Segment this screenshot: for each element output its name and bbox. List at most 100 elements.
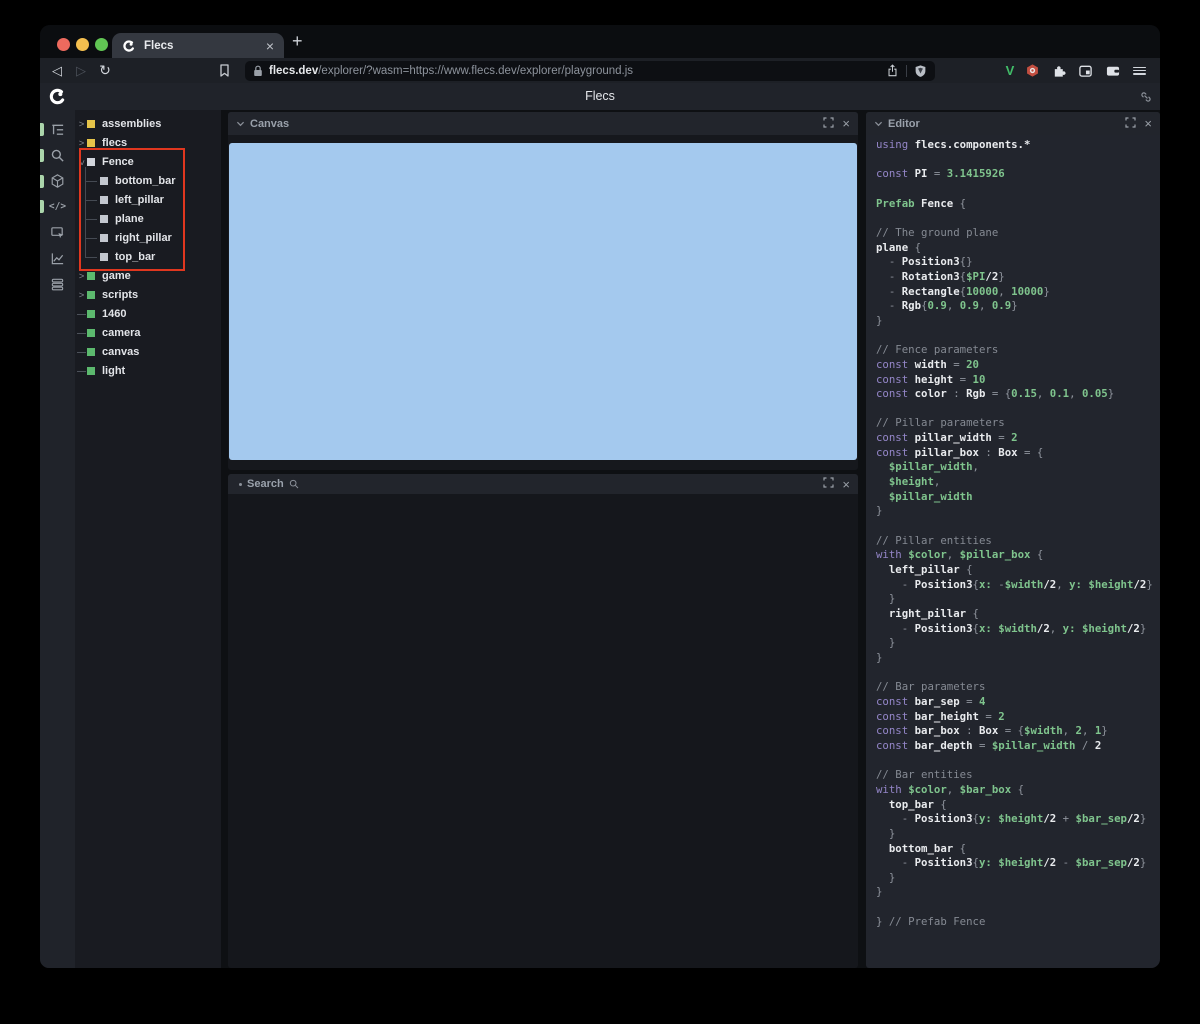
puzzle-extensions-icon[interactable] <box>1049 58 1069 83</box>
url-bar[interactable]: flecs.dev /explorer/?wasm=https://www.fl… <box>245 60 935 81</box>
code-icon[interactable]: </> <box>49 198 66 215</box>
fullscreen-icon[interactable] <box>1125 115 1137 133</box>
close-icon[interactable]: × <box>1144 117 1152 130</box>
entity-square <box>87 291 95 299</box>
search-panel-body[interactable] <box>228 494 858 968</box>
entity-square <box>87 367 95 375</box>
panel-title: Canvas <box>250 117 290 130</box>
code-line: top_bar { <box>888 797 947 811</box>
active-indicator <box>40 148 44 162</box>
entity-tree-panel: > assemblies > flecs > Fence bottom_bar left_pi… <box>75 110 221 968</box>
cube-icon[interactable] <box>49 173 66 190</box>
hierarchy-icon[interactable] <box>49 121 66 138</box>
back-icon[interactable]: ◁ <box>48 58 66 83</box>
code-line: // Pillar parameters <box>876 416 1005 430</box>
tree-item-left_pillar[interactable]: left_pillar <box>75 191 221 210</box>
fullscreen-icon[interactable] <box>823 115 835 133</box>
close-icon[interactable]: × <box>842 478 850 491</box>
entity-square <box>100 215 108 223</box>
minimize-window-button[interactable] <box>76 38 89 51</box>
wallet-icon[interactable] <box>1103 58 1123 83</box>
lock-icon <box>253 65 263 77</box>
tree-item-scripts[interactable]: > scripts <box>75 286 221 305</box>
zoom-window-button[interactable] <box>95 38 108 51</box>
entity-square <box>100 253 108 261</box>
app-header: Flecs <box>40 83 1160 110</box>
link-icon[interactable] <box>1139 90 1153 104</box>
panel-title: Editor <box>888 117 920 130</box>
tree-item-assemblies[interactable]: > assemblies <box>75 115 221 134</box>
tree-item-label: right_pillar <box>115 232 172 244</box>
code-line: with $color, $pillar_box { <box>876 548 1044 562</box>
url-path: /explorer/?wasm=https://www.flecs.dev/ex… <box>318 64 634 77</box>
tree-item-light[interactable]: light <box>75 362 221 381</box>
reload-icon[interactable]: ↻ <box>96 58 114 83</box>
hex-extension-icon[interactable] <box>1022 58 1042 83</box>
tab-title: Flecs <box>144 39 174 52</box>
browser-window: Flecs × + ◁ ▷ ↻ flecs.dev /explorer/?was… <box>40 25 1160 968</box>
search-icon[interactable] <box>49 147 66 164</box>
entity-square <box>100 234 108 242</box>
code-line: const pillar_width = 2 <box>876 431 1018 445</box>
entity-square <box>87 310 95 318</box>
menu-icon[interactable] <box>1133 58 1153 83</box>
code-line: with $color, $bar_box { <box>876 782 1025 796</box>
code-line: // Fence parameters <box>876 343 999 357</box>
expand-arrow-icon[interactable]: > <box>76 157 87 168</box>
v-extension-icon[interactable]: V <box>1000 58 1020 83</box>
expand-arrow-icon[interactable]: > <box>76 138 87 149</box>
inspector-icon[interactable] <box>49 224 66 241</box>
tree-item-plane[interactable]: plane <box>75 210 221 229</box>
expand-arrow-icon[interactable]: > <box>76 290 87 301</box>
leaf-dash <box>76 351 87 353</box>
share-icon[interactable] <box>886 63 899 78</box>
chart-icon[interactable] <box>49 250 66 267</box>
code-line: const height = 10 <box>876 372 986 386</box>
canvas-panel: Canvas × <box>228 112 858 470</box>
tree-item-top_bar[interactable]: top_bar <box>75 248 221 267</box>
tree-item-Fence[interactable]: > Fence <box>75 153 221 172</box>
close-icon[interactable]: × <box>842 117 850 130</box>
rows-icon[interactable] <box>49 276 66 293</box>
new-tab-button[interactable]: + <box>292 31 303 52</box>
code-line: } // Prefab Fence <box>876 914 986 928</box>
code-line: } <box>876 636 896 650</box>
fullscreen-icon[interactable] <box>823 475 835 493</box>
screenshot-background: Flecs × + ◁ ▷ ↻ flecs.dev /explorer/?was… <box>0 0 1200 1024</box>
canvas-viewport[interactable] <box>229 143 857 460</box>
entity-square <box>87 329 95 337</box>
tree-item-right_pillar[interactable]: right_pillar <box>75 229 221 248</box>
tree-item-bottom_bar[interactable]: bottom_bar <box>75 172 221 191</box>
bookmark-icon[interactable] <box>215 58 233 83</box>
sidebar-toggle-icon[interactable] <box>1075 58 1095 83</box>
tab-close-icon[interactable]: × <box>266 39 274 53</box>
code-line: } <box>876 650 883 664</box>
entity-square <box>87 348 95 356</box>
brave-shield-icon[interactable] <box>914 64 927 78</box>
entity-square <box>100 196 108 204</box>
tree-item-camera[interactable]: camera <box>75 324 221 343</box>
chevron-down-icon[interactable] <box>236 115 245 133</box>
expand-arrow-icon[interactable]: > <box>76 271 87 282</box>
entity-square <box>87 139 95 147</box>
expand-arrow-icon[interactable]: > <box>76 119 87 130</box>
chevron-down-icon[interactable] <box>874 115 883 133</box>
forward-icon[interactable]: ▷ <box>72 58 90 83</box>
divider <box>906 64 907 77</box>
tree-item-game[interactable]: > game <box>75 267 221 286</box>
tree-item-canvas[interactable]: canvas <box>75 343 221 362</box>
code-line: - Rgb{0.9, 0.9, 0.9} <box>876 299 1018 313</box>
tree-item-label: game <box>102 270 131 282</box>
entity-square <box>87 158 95 166</box>
page-title: Flecs <box>585 89 615 103</box>
bullet-icon[interactable] <box>239 482 242 486</box>
tree-item-1460[interactable]: 1460 <box>75 305 221 324</box>
code-editor[interactable]: using flecs.components.* const PI = 3.141… <box>876 138 1160 968</box>
browser-tab[interactable]: Flecs × <box>112 33 284 58</box>
code-line: $pillar_width <box>888 489 973 503</box>
close-window-button[interactable] <box>57 38 70 51</box>
tree-item-flecs[interactable]: > flecs <box>75 134 221 153</box>
